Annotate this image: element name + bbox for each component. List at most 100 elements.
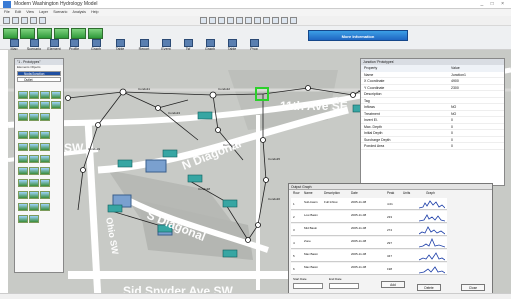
- add-button[interactable]: Add: [381, 281, 405, 288]
- node-icon[interactable]: [236, 17, 243, 24]
- event-icon: [161, 39, 171, 47]
- storage-tool-icon[interactable]: [51, 91, 61, 99]
- menu-view[interactable]: View: [26, 10, 34, 14]
- link-icon[interactable]: [245, 17, 252, 24]
- graph-row[interactable]: 2 Low Basin 2005-11-08 233: [291, 211, 447, 223]
- profile-icon: [69, 39, 79, 47]
- well-tool-icon[interactable]: [29, 215, 39, 223]
- outlet-tool-icon[interactable]: [40, 203, 50, 211]
- stop-icon[interactable]: [281, 17, 288, 24]
- svg-text:Conduit9: Conduit9: [88, 147, 100, 151]
- prop-icon: [249, 39, 259, 47]
- chart-icon[interactable]: [71, 28, 86, 39]
- svg-text:Conduit5: Conduit5: [268, 157, 280, 161]
- app-logo-icon: [3, 1, 11, 8]
- basin-icon[interactable]: [37, 28, 52, 39]
- graph-row[interactable]: 4 Zone 2005-11-08 297: [291, 237, 447, 249]
- riser-tool-icon[interactable]: [29, 191, 39, 199]
- swale-tool-icon[interactable]: [40, 143, 50, 151]
- graph-row[interactable]: 6 Max Basin 2005-11-08 198: [291, 263, 447, 275]
- graph-row[interactable]: 3 Mid Basin 2005-11-08 274: [291, 224, 447, 236]
- home-icon[interactable]: [3, 28, 18, 39]
- menu-bar: File Edit View Layer Scenario Analysis H…: [0, 9, 511, 16]
- open-folder-icon[interactable]: [12, 17, 19, 24]
- bioretention-tool-icon[interactable]: [29, 167, 39, 175]
- pan-icon[interactable]: [218, 17, 225, 24]
- zoom-in-icon[interactable]: [200, 17, 207, 24]
- end-date-input[interactable]: [329, 283, 359, 289]
- flow-split-tool-icon[interactable]: [40, 179, 50, 187]
- delete-button[interactable]: Delete: [417, 284, 441, 291]
- save-icon[interactable]: [21, 17, 28, 24]
- more-information-button[interactable]: More Information: [308, 30, 408, 41]
- layer-icon[interactable]: [263, 17, 270, 24]
- end-date-label: End Date: [329, 277, 342, 281]
- pointer-tool-icon[interactable]: [18, 91, 28, 99]
- menu-analysis[interactable]: Analysis: [73, 10, 86, 14]
- roof-tool-icon[interactable]: [40, 167, 50, 175]
- prototype-item-node-junction[interactable]: Node/Junction: [17, 71, 61, 76]
- label-icon[interactable]: [254, 17, 261, 24]
- gauge-tool-icon[interactable]: [18, 215, 28, 223]
- menu-edit[interactable]: Edit: [15, 10, 21, 14]
- svg-text:Conduit6: Conduit6: [268, 197, 280, 201]
- graph-row[interactable]: 5 Max Basin 2005-11-08 347: [291, 250, 447, 262]
- window-controls[interactable]: _ □ ×: [481, 1, 508, 7]
- hydrograph-sparkline: [419, 238, 445, 248]
- tank-tool-icon[interactable]: [18, 167, 28, 175]
- menu-scenario[interactable]: Scenario: [53, 10, 67, 14]
- divider-tool-icon[interactable]: [18, 101, 28, 109]
- basin-tool-icon[interactable]: [18, 113, 28, 121]
- culvert-tool-icon[interactable]: [40, 191, 50, 199]
- output-graph-panel: Output Graph Row Name Description Date P…: [288, 183, 493, 295]
- cut-icon[interactable]: [39, 17, 46, 24]
- table-icon[interactable]: [88, 28, 103, 39]
- property-row[interactable]: Ponded Area 0: [361, 143, 504, 150]
- weir-tool-icon[interactable]: [51, 101, 61, 109]
- status-bar: [0, 293, 511, 299]
- start-date-input[interactable]: [293, 283, 323, 289]
- run-icon[interactable]: [272, 17, 279, 24]
- node-tool-icon[interactable]: [29, 91, 39, 99]
- new-file-icon[interactable]: [3, 17, 10, 24]
- outfall-tool-icon[interactable]: [29, 101, 39, 109]
- menu-file[interactable]: File: [4, 10, 10, 14]
- land-tool-icon[interactable]: [18, 131, 28, 139]
- drain-tool-icon[interactable]: [18, 203, 28, 211]
- link-tool-icon[interactable]: [40, 91, 50, 99]
- inlet-tool-icon[interactable]: [29, 203, 39, 211]
- help-icon[interactable]: [290, 17, 297, 24]
- graph-row[interactable]: 1 Sub-basin Full Inflow 2005-11-08 4.01: [291, 198, 447, 210]
- print-icon[interactable]: [30, 17, 37, 24]
- gage-tool-icon[interactable]: [29, 113, 39, 121]
- svg-text:Conduit2: Conduit2: [218, 87, 230, 91]
- menu-help[interactable]: Help: [91, 10, 98, 14]
- trench-tool-icon[interactable]: [29, 155, 39, 163]
- prototype-item-outlet[interactable]: Outlet: [17, 77, 61, 82]
- infiltration-tool-icon[interactable]: [18, 155, 28, 163]
- zoom-out-icon[interactable]: [209, 17, 216, 24]
- pond-tool-icon[interactable]: [18, 143, 28, 151]
- vault-tool-icon[interactable]: [40, 155, 50, 163]
- channel-tool-icon[interactable]: [40, 131, 50, 139]
- pavement-tool-icon[interactable]: [18, 179, 28, 187]
- select-icon[interactable]: [227, 17, 234, 24]
- hydrograph-sparkline: [419, 266, 445, 274]
- orifice-tool-icon[interactable]: [18, 191, 28, 199]
- menu-layer[interactable]: Layer: [39, 10, 48, 14]
- grid-icon[interactable]: [54, 28, 69, 39]
- prototypes-tabs[interactable]: Elements Objects: [15, 65, 63, 70]
- hydrograph-sparkline: [419, 214, 445, 222]
- lake-tool-icon[interactable]: [29, 131, 39, 139]
- filter-tool-icon[interactable]: [29, 143, 39, 151]
- label-tool-icon[interactable]: [40, 113, 50, 121]
- wetland-tool-icon[interactable]: [29, 179, 39, 187]
- graph-icon: [91, 39, 101, 47]
- start-date-label: Start Date: [293, 277, 307, 281]
- output-graph-header: Row Name Description Date Peak Units Gra…: [293, 191, 435, 195]
- street-sw: SW: [64, 141, 84, 155]
- pump-tool-icon[interactable]: [40, 101, 50, 109]
- network-icon[interactable]: [20, 28, 35, 39]
- window-title: Modern Washington Hydrology Model: [14, 1, 98, 7]
- close-button[interactable]: Close: [461, 284, 485, 291]
